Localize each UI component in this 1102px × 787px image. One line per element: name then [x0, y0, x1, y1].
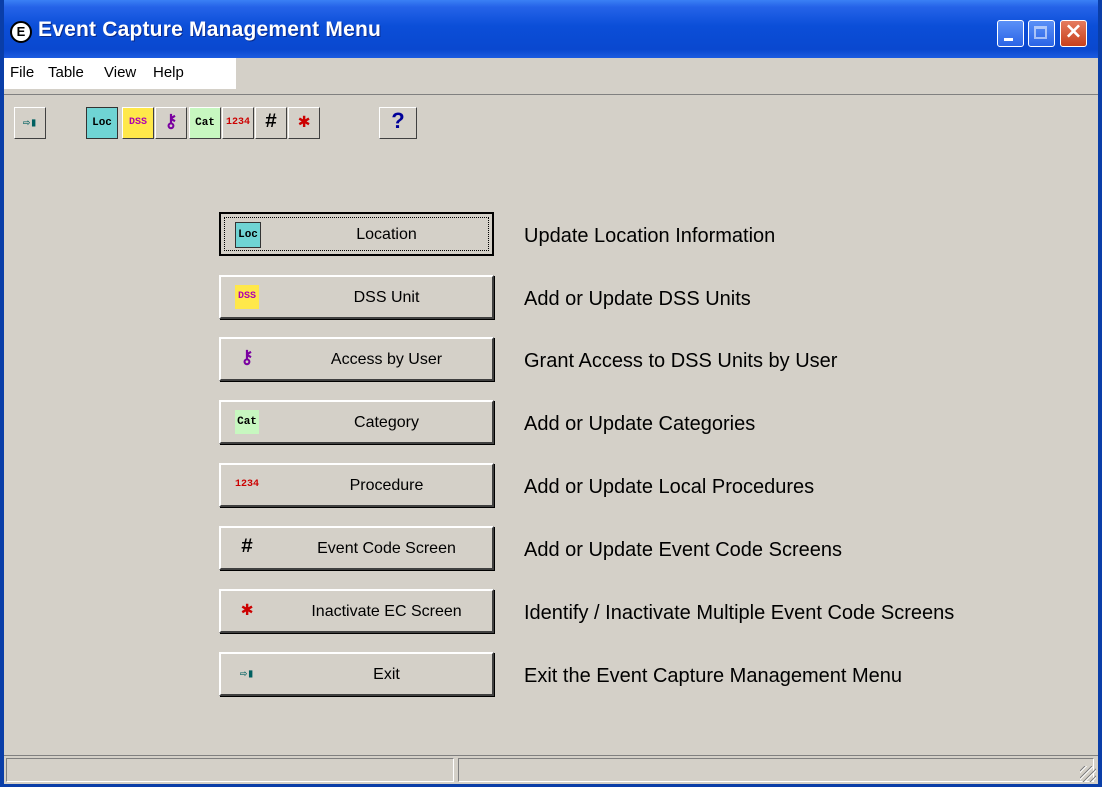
- location-button[interactable]: Loc Location: [219, 212, 494, 256]
- location-tool-button[interactable]: Loc: [86, 107, 118, 139]
- access-by-user-button-label: Access by User: [330, 351, 443, 368]
- grid-icon: #: [264, 111, 277, 134]
- dss-unit-icon: DSS: [128, 117, 147, 128]
- grid-inactive-icon: ✱: [297, 111, 311, 134]
- procedure-tool-button[interactable]: 1234: [222, 107, 254, 139]
- inactivate-tool-button[interactable]: ✱: [288, 107, 320, 139]
- location-description: Update Location Information: [524, 225, 776, 247]
- exit-door-icon: ⇨▮: [22, 116, 38, 130]
- exit-door-icon: ⇨▮: [239, 667, 255, 681]
- grid-inactive-icon: ✱: [240, 599, 254, 622]
- title-bar[interactable]: E Event Capture Management Menu ×: [4, 0, 1098, 58]
- location-icon: Loc: [92, 117, 112, 129]
- exit-button-label: Exit: [373, 666, 400, 683]
- dss-unit-button-label: DSS Unit: [353, 289, 420, 306]
- grid-icon: #: [240, 536, 253, 559]
- dss-unit-icon: DSS: [235, 285, 259, 309]
- resize-grip[interactable]: [1080, 766, 1096, 782]
- category-button[interactable]: Cat Category: [219, 400, 494, 444]
- window-title: Event Capture Management Menu: [38, 18, 382, 41]
- exit-description: Exit the Event Capture Management Menu: [524, 665, 902, 687]
- menu-file[interactable]: File: [10, 64, 34, 81]
- access-by-user-description: Grant Access to DSS Units by User: [524, 350, 838, 372]
- event-code-screen-button[interactable]: # Event Code Screen: [219, 526, 494, 570]
- category-tool-button[interactable]: Cat: [189, 107, 221, 139]
- menu-view[interactable]: View: [104, 64, 136, 81]
- status-pane-right: [458, 758, 1094, 782]
- category-description: Add or Update Categories: [524, 413, 756, 435]
- event-code-screen-description: Add or Update Event Code Screens: [524, 539, 842, 561]
- procedure-icon: 1234: [225, 117, 250, 128]
- event-code-screen-tool-button[interactable]: #: [255, 107, 287, 139]
- maximize-button[interactable]: [1028, 20, 1055, 47]
- category-icon: Cat: [235, 410, 259, 434]
- exit-tool-button[interactable]: ⇨▮: [14, 107, 46, 139]
- status-bar: [4, 755, 1098, 784]
- event-code-screen-button-label: Event Code Screen: [317, 540, 456, 557]
- main-content: Loc Location Update Location Information…: [4, 150, 1098, 750]
- help-tool-button[interactable]: ?: [379, 107, 417, 139]
- category-icon: Cat: [195, 117, 215, 129]
- procedure-description: Add or Update Local Procedures: [524, 476, 815, 498]
- exit-button[interactable]: ⇨▮ Exit: [219, 652, 494, 696]
- menu-table[interactable]: Table: [48, 64, 84, 81]
- access-keys-icon: ⚷: [240, 349, 254, 369]
- close-button[interactable]: ×: [1060, 19, 1087, 47]
- inactivate-ec-screen-button-label: Inactivate EC Screen: [311, 603, 462, 620]
- dss-unit-description: Add or Update DSS Units: [524, 288, 751, 310]
- close-icon: ×: [1064, 19, 1083, 44]
- access-keys-icon: ⚷: [164, 113, 178, 133]
- minimize-button[interactable]: [997, 20, 1024, 47]
- access-tool-button[interactable]: ⚷: [155, 107, 187, 139]
- category-button-label: Category: [354, 414, 419, 431]
- status-pane-left: [6, 758, 454, 782]
- inactivate-ec-screen-button[interactable]: ✱ Inactivate EC Screen: [219, 589, 494, 633]
- menu-help[interactable]: Help: [153, 64, 184, 81]
- dss-unit-button[interactable]: DSS DSS Unit: [219, 275, 494, 319]
- dss-unit-tool-button[interactable]: DSS: [122, 107, 154, 139]
- access-by-user-button[interactable]: ⚷ Access by User: [219, 337, 494, 381]
- location-icon: Loc: [235, 222, 261, 248]
- procedure-button-label: Procedure: [349, 477, 424, 494]
- app-window: E Event Capture Management Menu × File T…: [0, 0, 1102, 787]
- app-icon[interactable]: E: [10, 21, 32, 43]
- help-question-icon: ?: [391, 108, 405, 133]
- inactivate-ec-screen-description: Identify / Inactivate Multiple Event Cod…: [524, 602, 955, 624]
- location-button-label: Location: [356, 226, 417, 243]
- procedure-icon: 1234: [235, 479, 260, 490]
- menu-bar: File Table View Help: [4, 58, 236, 89]
- toolbar: ⇨▮ Loc DSS ⚷ Cat 1234 # ✱ ?: [4, 94, 1098, 151]
- procedure-button[interactable]: 1234 Procedure: [219, 463, 494, 507]
